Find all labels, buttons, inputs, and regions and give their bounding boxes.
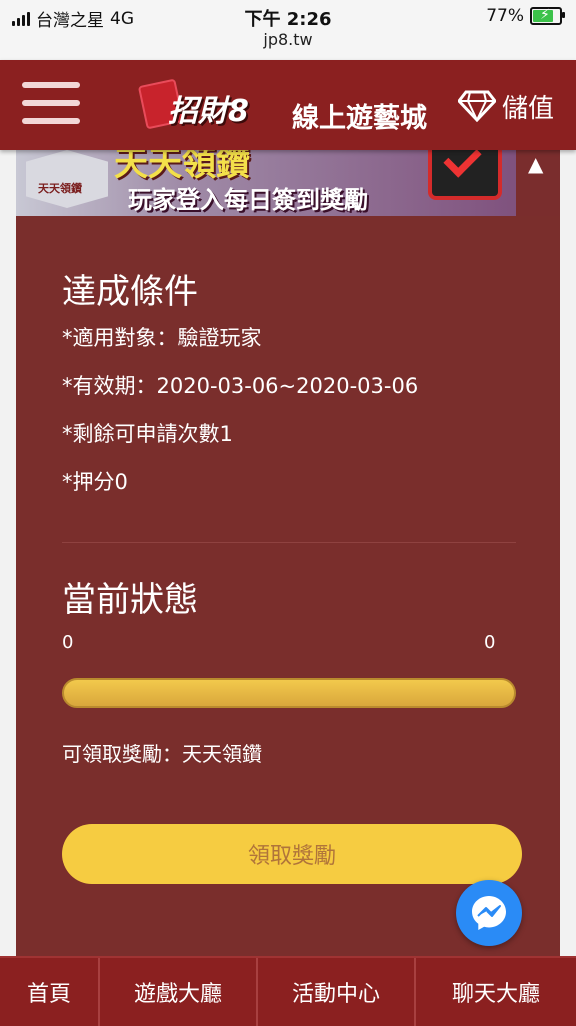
nav-events[interactable]: 活動中心 [258,958,416,1026]
condition-validity: *有效期：2020-03-06~2020-03-06 [62,374,419,398]
diamond-icon[interactable] [458,90,496,122]
progress-bar [62,678,516,708]
checkmark-icon [428,150,502,200]
site-logo[interactable]: 招財8 [137,78,282,134]
condition-remaining: *剩餘可申請次數1 [62,422,233,446]
claim-reward-button[interactable]: 領取獎勵 [62,824,522,884]
condition-deposit: *押分0 [62,470,128,494]
bottom-nav: 首頁 遊戲大廳 活動中心 聊天大廳 [0,956,576,1026]
status-right: 77% ⚡ [486,6,565,26]
condition-target: *適用對象：驗證玩家 [62,326,262,350]
scroll-top-button[interactable]: ▲ [516,150,560,216]
battery-percent: 77% [486,6,524,26]
banner-subtitle: 玩家登入每日簽到獎勵 [128,186,368,214]
battery-icon: ⚡ [530,7,565,25]
progress-goal: 0 [484,632,496,653]
topup-button[interactable]: 儲值 [502,88,554,125]
section-divider [62,542,516,543]
promo-banner[interactable]: 天天領鑽 天天領鑽 玩家登入每日簽到獎勵 ▲ [16,150,560,216]
arrow-up-icon: ▲ [528,152,544,176]
messenger-button[interactable] [456,880,522,946]
nav-home[interactable]: 首頁 [0,958,100,1026]
site-header: 招財8 線上遊藝城 儲值 [0,60,576,150]
activity-card: 達成條件 *適用對象：驗證玩家 *有效期：2020-03-06~2020-03-… [16,216,560,956]
banner-badge-text: 天天領鑽 [38,182,82,195]
status-bar: 台灣之星 4G 下午 2:26 jp8.tw 77% ⚡ [0,0,576,60]
status-title: 當前狀態 [62,580,198,620]
banner-badge-icon [26,150,108,208]
nav-games[interactable]: 遊戲大廳 [100,958,258,1026]
menu-icon[interactable] [22,82,80,126]
site-subtitle: 線上遊藝城 [292,103,427,134]
progress-current: 0 [62,632,74,653]
page-url[interactable]: jp8.tw [0,30,576,49]
messenger-icon [472,896,506,930]
nav-chat[interactable]: 聊天大廳 [416,958,576,1026]
logo-text: 招財8 [168,94,249,129]
reward-text: 可領取獎勵：天天領鑽 [62,742,262,766]
conditions-title: 達成條件 [62,272,198,312]
